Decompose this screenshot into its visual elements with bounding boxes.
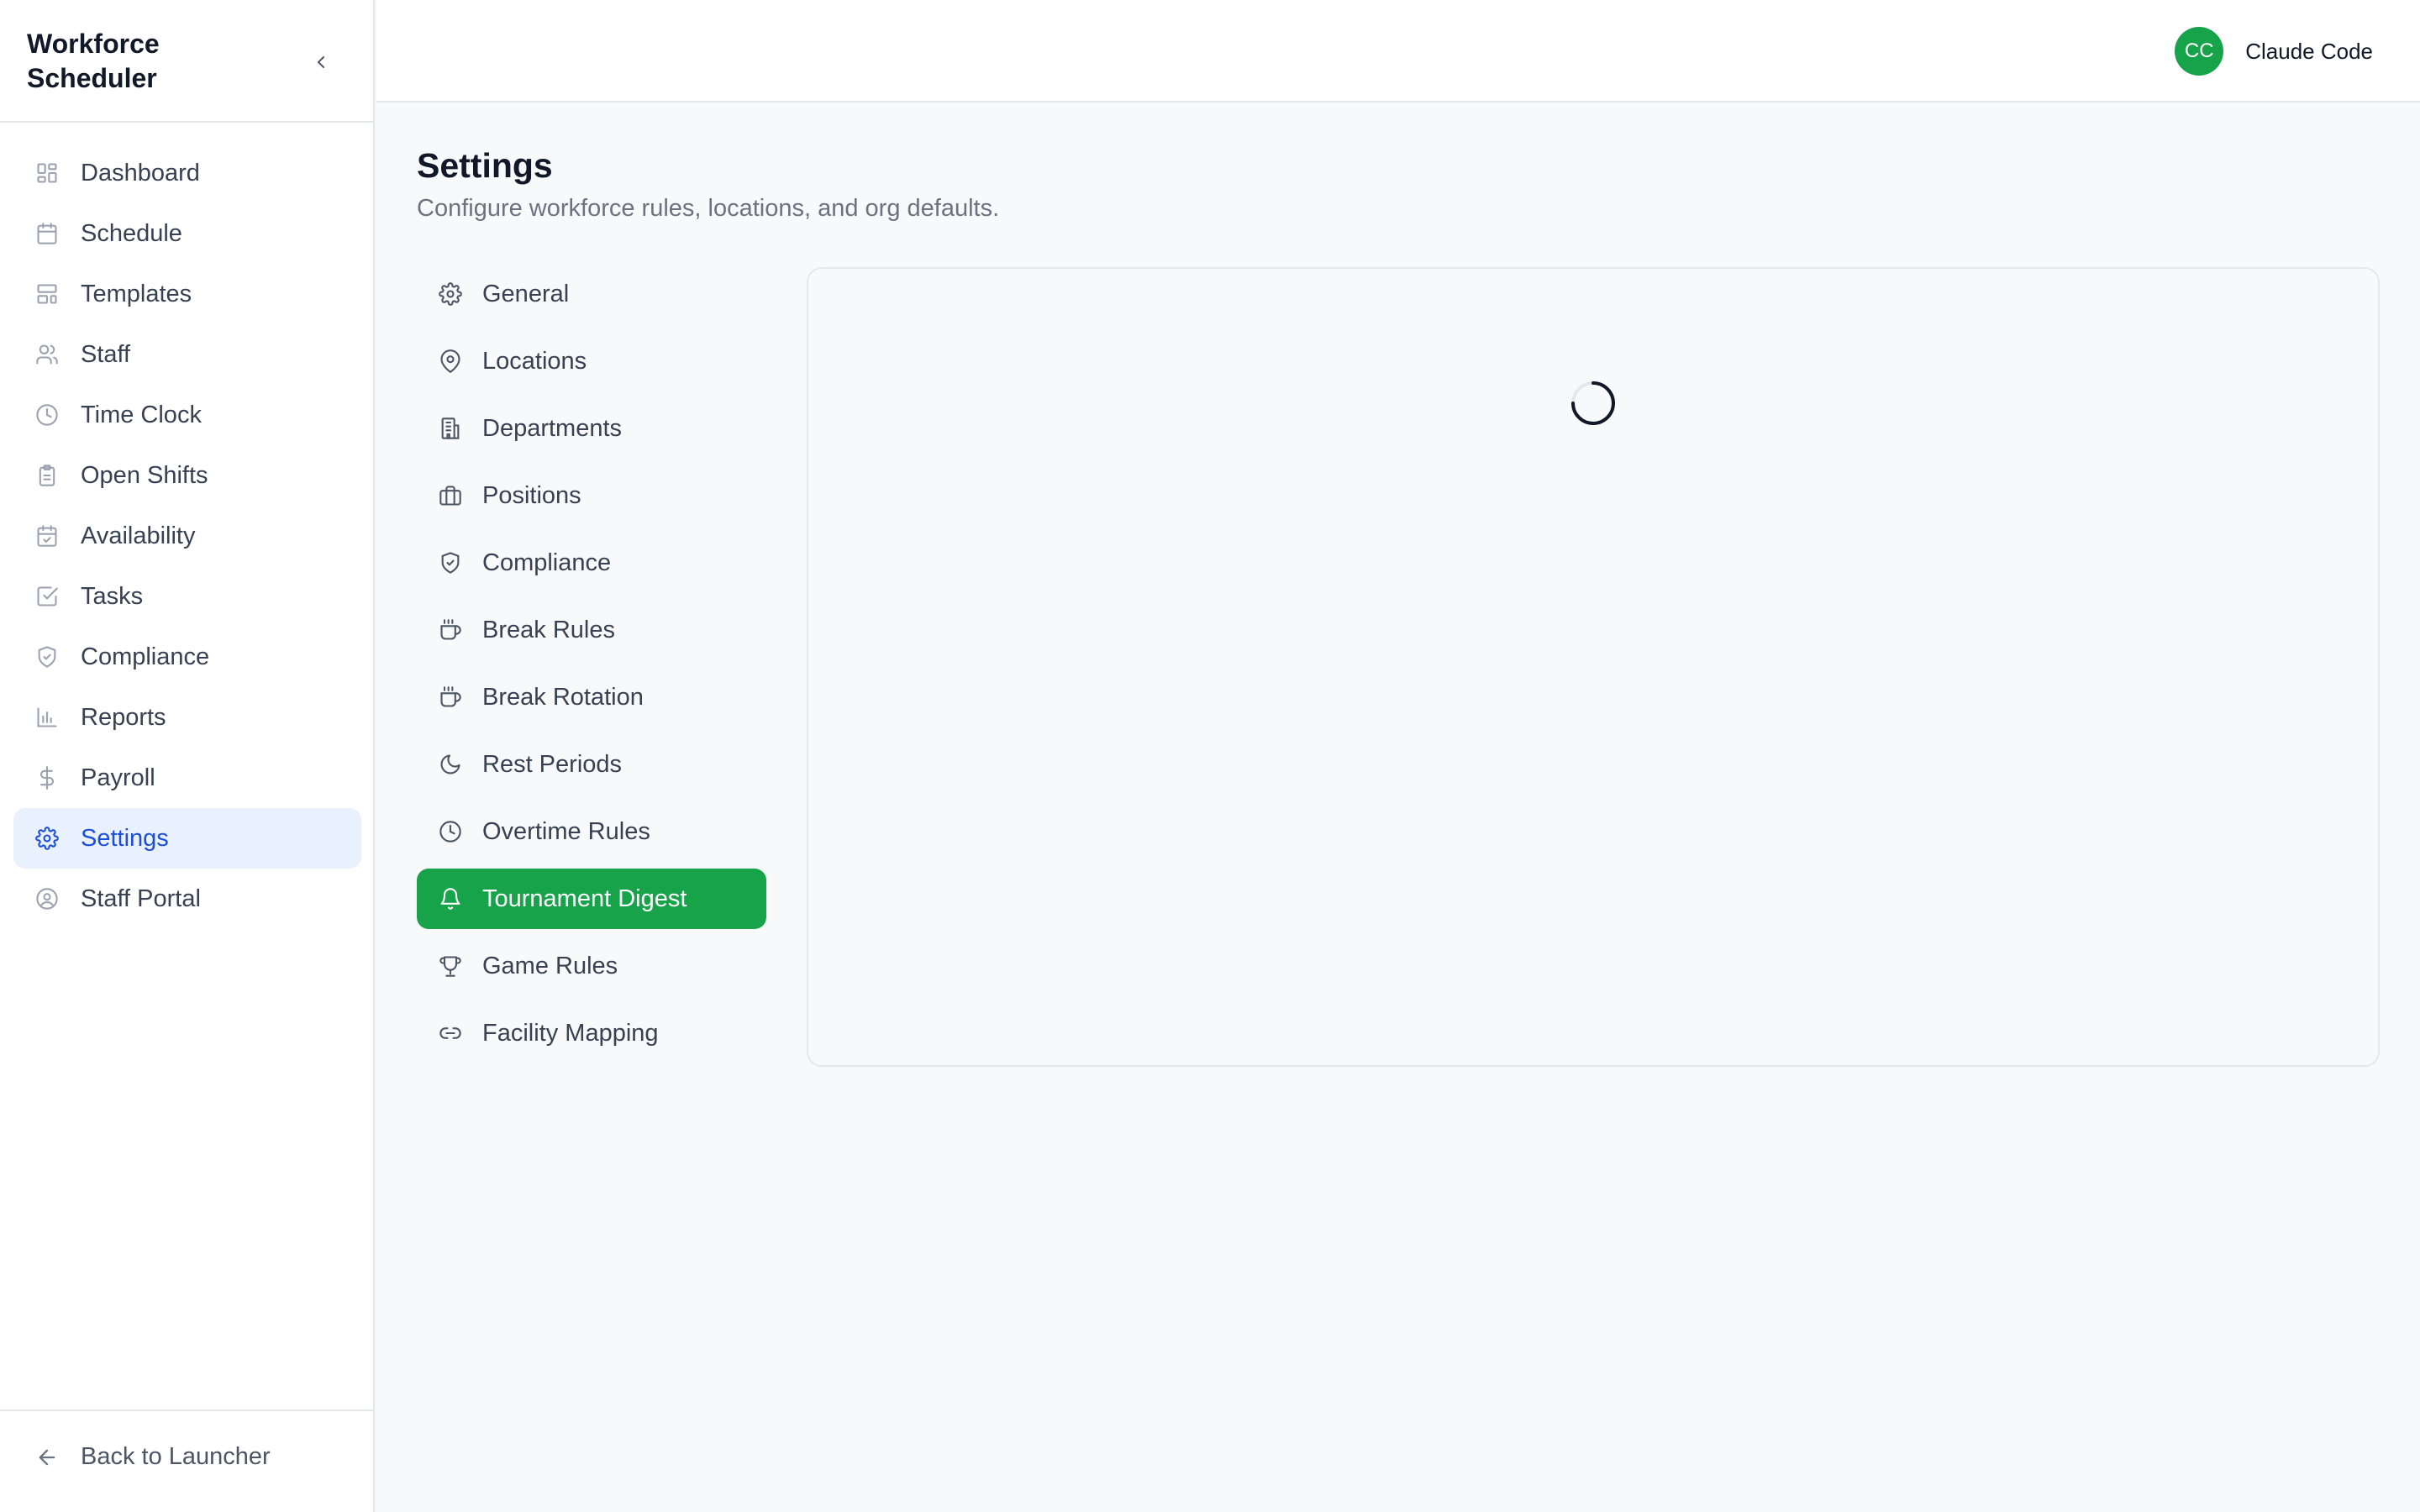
settings-tab-positions[interactable]: Positions bbox=[417, 465, 766, 526]
back-to-launcher-label: Back to Launcher bbox=[81, 1443, 271, 1470]
avatar: CC bbox=[2175, 27, 2224, 76]
sidebar-item-templates[interactable]: Templates bbox=[13, 264, 361, 324]
sidebar-item-label: Compliance bbox=[81, 643, 210, 670]
sidebar-item-label: Staff bbox=[81, 340, 131, 368]
sidebar-item-label: Tasks bbox=[81, 582, 144, 610]
page-title: Settings bbox=[417, 146, 553, 185]
clock-icon bbox=[34, 402, 60, 428]
gear-icon bbox=[437, 281, 464, 307]
briefcase-icon bbox=[437, 482, 464, 509]
settings-nav: General Locations Departments Positions … bbox=[417, 264, 766, 1070]
settings-tab-break-rules[interactable]: Break Rules bbox=[417, 600, 766, 660]
users-icon bbox=[34, 341, 60, 368]
settings-tab-label: Break Rules bbox=[482, 616, 615, 643]
settings-tab-rest-periods[interactable]: Rest Periods bbox=[417, 734, 766, 795]
back-to-launcher-link[interactable]: Back to Launcher bbox=[34, 1443, 271, 1471]
sidebar-item-staff-portal[interactable]: Staff Portal bbox=[13, 869, 361, 929]
settings-tab-label: Overtime Rules bbox=[482, 817, 650, 845]
app-title: Workforce Scheduler bbox=[27, 29, 160, 93]
settings-tab-overtime-rules[interactable]: Overtime Rules bbox=[417, 801, 766, 862]
sidebar-item-open-shifts[interactable]: Open Shifts bbox=[13, 445, 361, 506]
checkbox-icon bbox=[34, 583, 60, 610]
shield-check-icon bbox=[34, 643, 60, 670]
templates-icon bbox=[34, 281, 60, 307]
settings-tab-compliance[interactable]: Compliance bbox=[417, 533, 766, 593]
sidebar-item-tasks[interactable]: Tasks bbox=[13, 566, 361, 627]
sidebar-item-label: Schedule bbox=[81, 219, 182, 247]
settings-tab-game-rules[interactable]: Game Rules bbox=[417, 936, 766, 996]
shield-check-icon bbox=[437, 549, 464, 576]
building-icon bbox=[437, 415, 464, 442]
settings-tab-tournament-digest[interactable]: Tournament Digest bbox=[417, 869, 766, 929]
settings-tab-label: Compliance bbox=[482, 549, 612, 576]
calendar-icon bbox=[34, 220, 60, 247]
map-pin-icon bbox=[437, 348, 464, 375]
sidebar-item-label: Staff Portal bbox=[81, 885, 201, 912]
chevron-left-icon bbox=[311, 52, 331, 72]
user-circle-icon bbox=[34, 885, 60, 912]
settings-tab-label: Game Rules bbox=[482, 952, 618, 979]
sidebar-nav: Dashboard Schedule Templates Staff Time … bbox=[13, 143, 361, 929]
clock-icon bbox=[437, 818, 464, 845]
settings-tab-label: Positions bbox=[482, 481, 581, 509]
sidebar-item-settings[interactable]: Settings bbox=[13, 808, 361, 869]
page-subtitle: Configure workforce rules, locations, an… bbox=[417, 195, 1000, 222]
gear-icon bbox=[34, 825, 60, 852]
bar-chart-icon bbox=[34, 704, 60, 731]
sidebar-item-reports[interactable]: Reports bbox=[13, 687, 361, 748]
dashboard-icon bbox=[34, 160, 60, 186]
sidebar-item-schedule[interactable]: Schedule bbox=[13, 203, 361, 264]
trophy-icon bbox=[437, 953, 464, 979]
sidebar: Workforce Scheduler Dashboard Schedule T… bbox=[0, 0, 375, 1512]
sidebar-item-time-clock[interactable]: Time Clock bbox=[13, 385, 361, 445]
bell-icon bbox=[437, 885, 464, 912]
settings-content-panel bbox=[807, 267, 2380, 1067]
user-menu[interactable]: CC Claude Code bbox=[2175, 27, 2373, 76]
sidebar-item-payroll[interactable]: Payroll bbox=[13, 748, 361, 808]
settings-tab-locations[interactable]: Locations bbox=[417, 331, 766, 391]
user-name: Claude Code bbox=[2245, 38, 2373, 64]
sidebar-item-label: Time Clock bbox=[81, 401, 202, 428]
topbar: CC Claude Code bbox=[376, 0, 2420, 102]
sidebar-item-staff[interactable]: Staff bbox=[13, 324, 361, 385]
dollar-icon bbox=[34, 764, 60, 791]
sidebar-footer: Back to Launcher bbox=[0, 1410, 373, 1512]
settings-tab-label: Tournament Digest bbox=[482, 885, 687, 912]
settings-tab-general[interactable]: General bbox=[417, 264, 766, 324]
sidebar-item-dashboard[interactable]: Dashboard bbox=[13, 143, 361, 203]
coffee-icon bbox=[437, 617, 464, 643]
calendar-check-icon bbox=[34, 522, 60, 549]
settings-tab-label: General bbox=[482, 280, 570, 307]
sidebar-item-label: Reports bbox=[81, 703, 166, 731]
coffee-icon bbox=[437, 684, 464, 711]
arrow-left-icon bbox=[34, 1444, 60, 1471]
settings-tab-break-rotation[interactable]: Break Rotation bbox=[417, 667, 766, 727]
sidebar-item-label: Open Shifts bbox=[81, 461, 208, 489]
sidebar-header: Workforce Scheduler bbox=[0, 0, 373, 123]
settings-tab-label: Departments bbox=[482, 414, 623, 442]
settings-tab-facility-mapping[interactable]: Facility Mapping bbox=[417, 1003, 766, 1063]
moon-icon bbox=[437, 751, 464, 778]
sidebar-item-compliance[interactable]: Compliance bbox=[13, 627, 361, 687]
sidebar-item-availability[interactable]: Availability bbox=[13, 506, 361, 566]
settings-tab-label: Break Rotation bbox=[482, 683, 644, 711]
clipboard-icon bbox=[34, 462, 60, 489]
settings-tab-label: Locations bbox=[482, 347, 587, 375]
sidebar-item-label: Payroll bbox=[81, 764, 155, 791]
sidebar-item-label: Templates bbox=[81, 280, 192, 307]
collapse-sidebar-button[interactable] bbox=[306, 47, 336, 77]
settings-tab-label: Facility Mapping bbox=[482, 1019, 659, 1047]
sidebar-item-label: Availability bbox=[81, 522, 196, 549]
loading-spinner-icon bbox=[1570, 380, 1617, 427]
link-icon bbox=[437, 1020, 464, 1047]
sidebar-item-label: Dashboard bbox=[81, 159, 200, 186]
settings-tab-departments[interactable]: Departments bbox=[417, 398, 766, 459]
settings-tab-label: Rest Periods bbox=[482, 750, 623, 778]
sidebar-item-label: Settings bbox=[81, 824, 169, 852]
